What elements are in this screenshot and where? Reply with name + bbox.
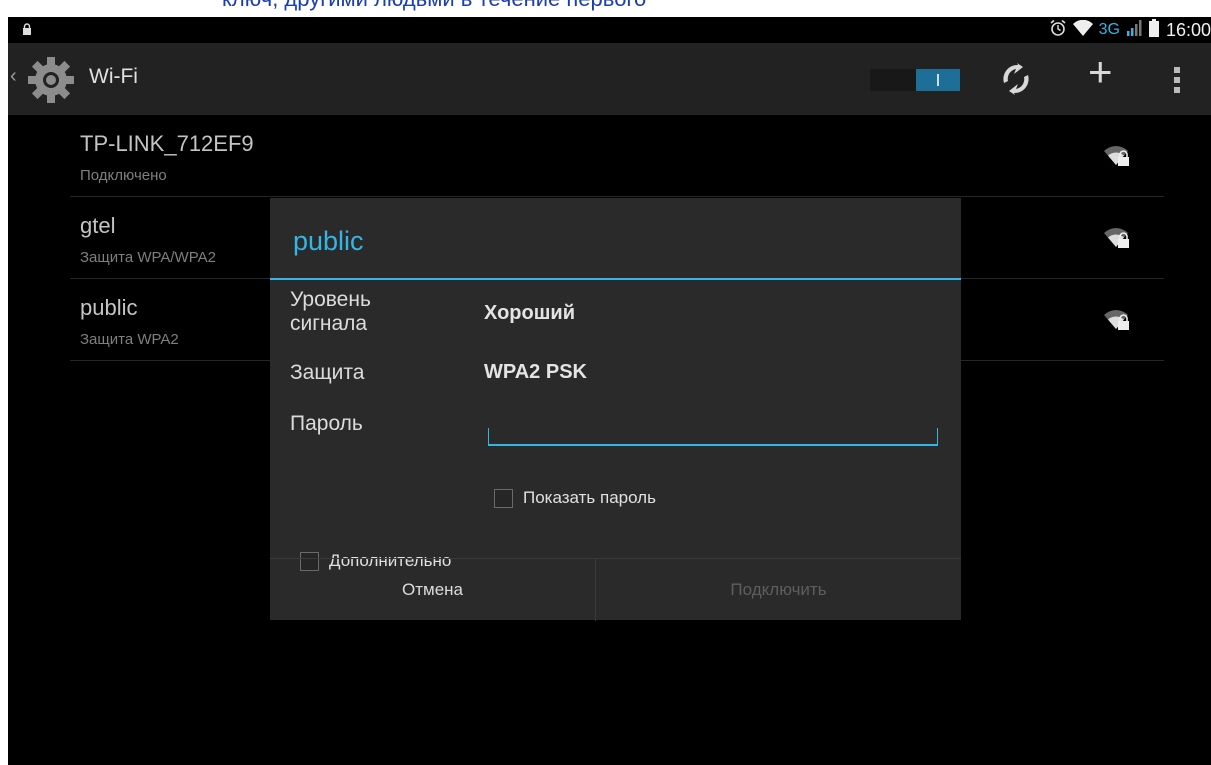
signal-strength-label: Уровень сигнала: [290, 288, 371, 335]
add-network-icon[interactable]: +: [1088, 51, 1113, 93]
network-status: Защита WPA2: [80, 331, 179, 348]
battery-icon: [1148, 18, 1160, 42]
tablet-screen: 3G 16:00 ‹ Wi-Fi + TP-LINK_712EF9 Подклю…: [8, 17, 1211, 765]
back-chevron-icon[interactable]: ‹: [10, 65, 17, 88]
network-ssid: TP-LINK_712EF9: [80, 131, 254, 156]
lock-icon: [22, 22, 32, 40]
network-status: Подключено: [80, 167, 167, 184]
network-ssid: gtel: [80, 213, 116, 238]
switch-thumb: [916, 69, 960, 91]
status-bar: 3G 16:00: [8, 17, 1211, 43]
password-field[interactable]: [488, 428, 938, 446]
dialog-title: public: [293, 226, 364, 256]
page-title: Wi-Fi: [89, 65, 138, 88]
dialog-button-bar: Отмена Подключить: [270, 558, 961, 621]
show-password-label: Показать пароль: [523, 488, 656, 507]
wifi-network-item[interactable]: TP-LINK_712EF9 Подключено: [70, 115, 1164, 197]
cancel-button[interactable]: Отмена: [270, 559, 596, 621]
wifi-connect-dialog: public Уровень сигнала Хороший Защита WP…: [270, 198, 961, 621]
settings-gear-icon[interactable]: [24, 53, 78, 112]
show-password-row[interactable]: Показать пароль: [494, 488, 656, 508]
wps-icon[interactable]: [998, 61, 1034, 102]
wifi-lock-signal-icon: [1104, 145, 1132, 172]
connect-button[interactable]: Подключить: [596, 559, 961, 621]
cell-signal-icon: [1126, 19, 1142, 41]
security-value: WPA2 PSK: [484, 361, 587, 383]
password-label: Пароль: [290, 412, 363, 435]
clock-text: 16:00: [1165, 19, 1211, 40]
signal-strength-value: Хороший: [484, 302, 575, 324]
alarm-icon: [1049, 19, 1067, 42]
network-status: Защита WPA/WPA2: [80, 249, 216, 266]
security-label: Защита: [290, 361, 365, 384]
wifi-lock-signal-icon: [1104, 309, 1132, 336]
wifi-lock-signal-icon: [1104, 227, 1132, 254]
dialog-title-divider: [270, 278, 961, 280]
show-password-checkbox[interactable]: [494, 488, 513, 508]
status-icons: 3G 16:00: [1049, 18, 1211, 42]
action-bar: ‹ Wi-Fi +: [8, 43, 1211, 115]
wifi-status-icon: [1072, 19, 1093, 41]
network-ssid: public: [80, 295, 138, 320]
wifi-toggle-switch[interactable]: [870, 69, 960, 91]
network-type-text: 3G: [1098, 21, 1120, 38]
overflow-menu-icon[interactable]: [1172, 65, 1182, 100]
top-caption-text: ключ, другими людьми в течение первого: [222, 0, 646, 12]
